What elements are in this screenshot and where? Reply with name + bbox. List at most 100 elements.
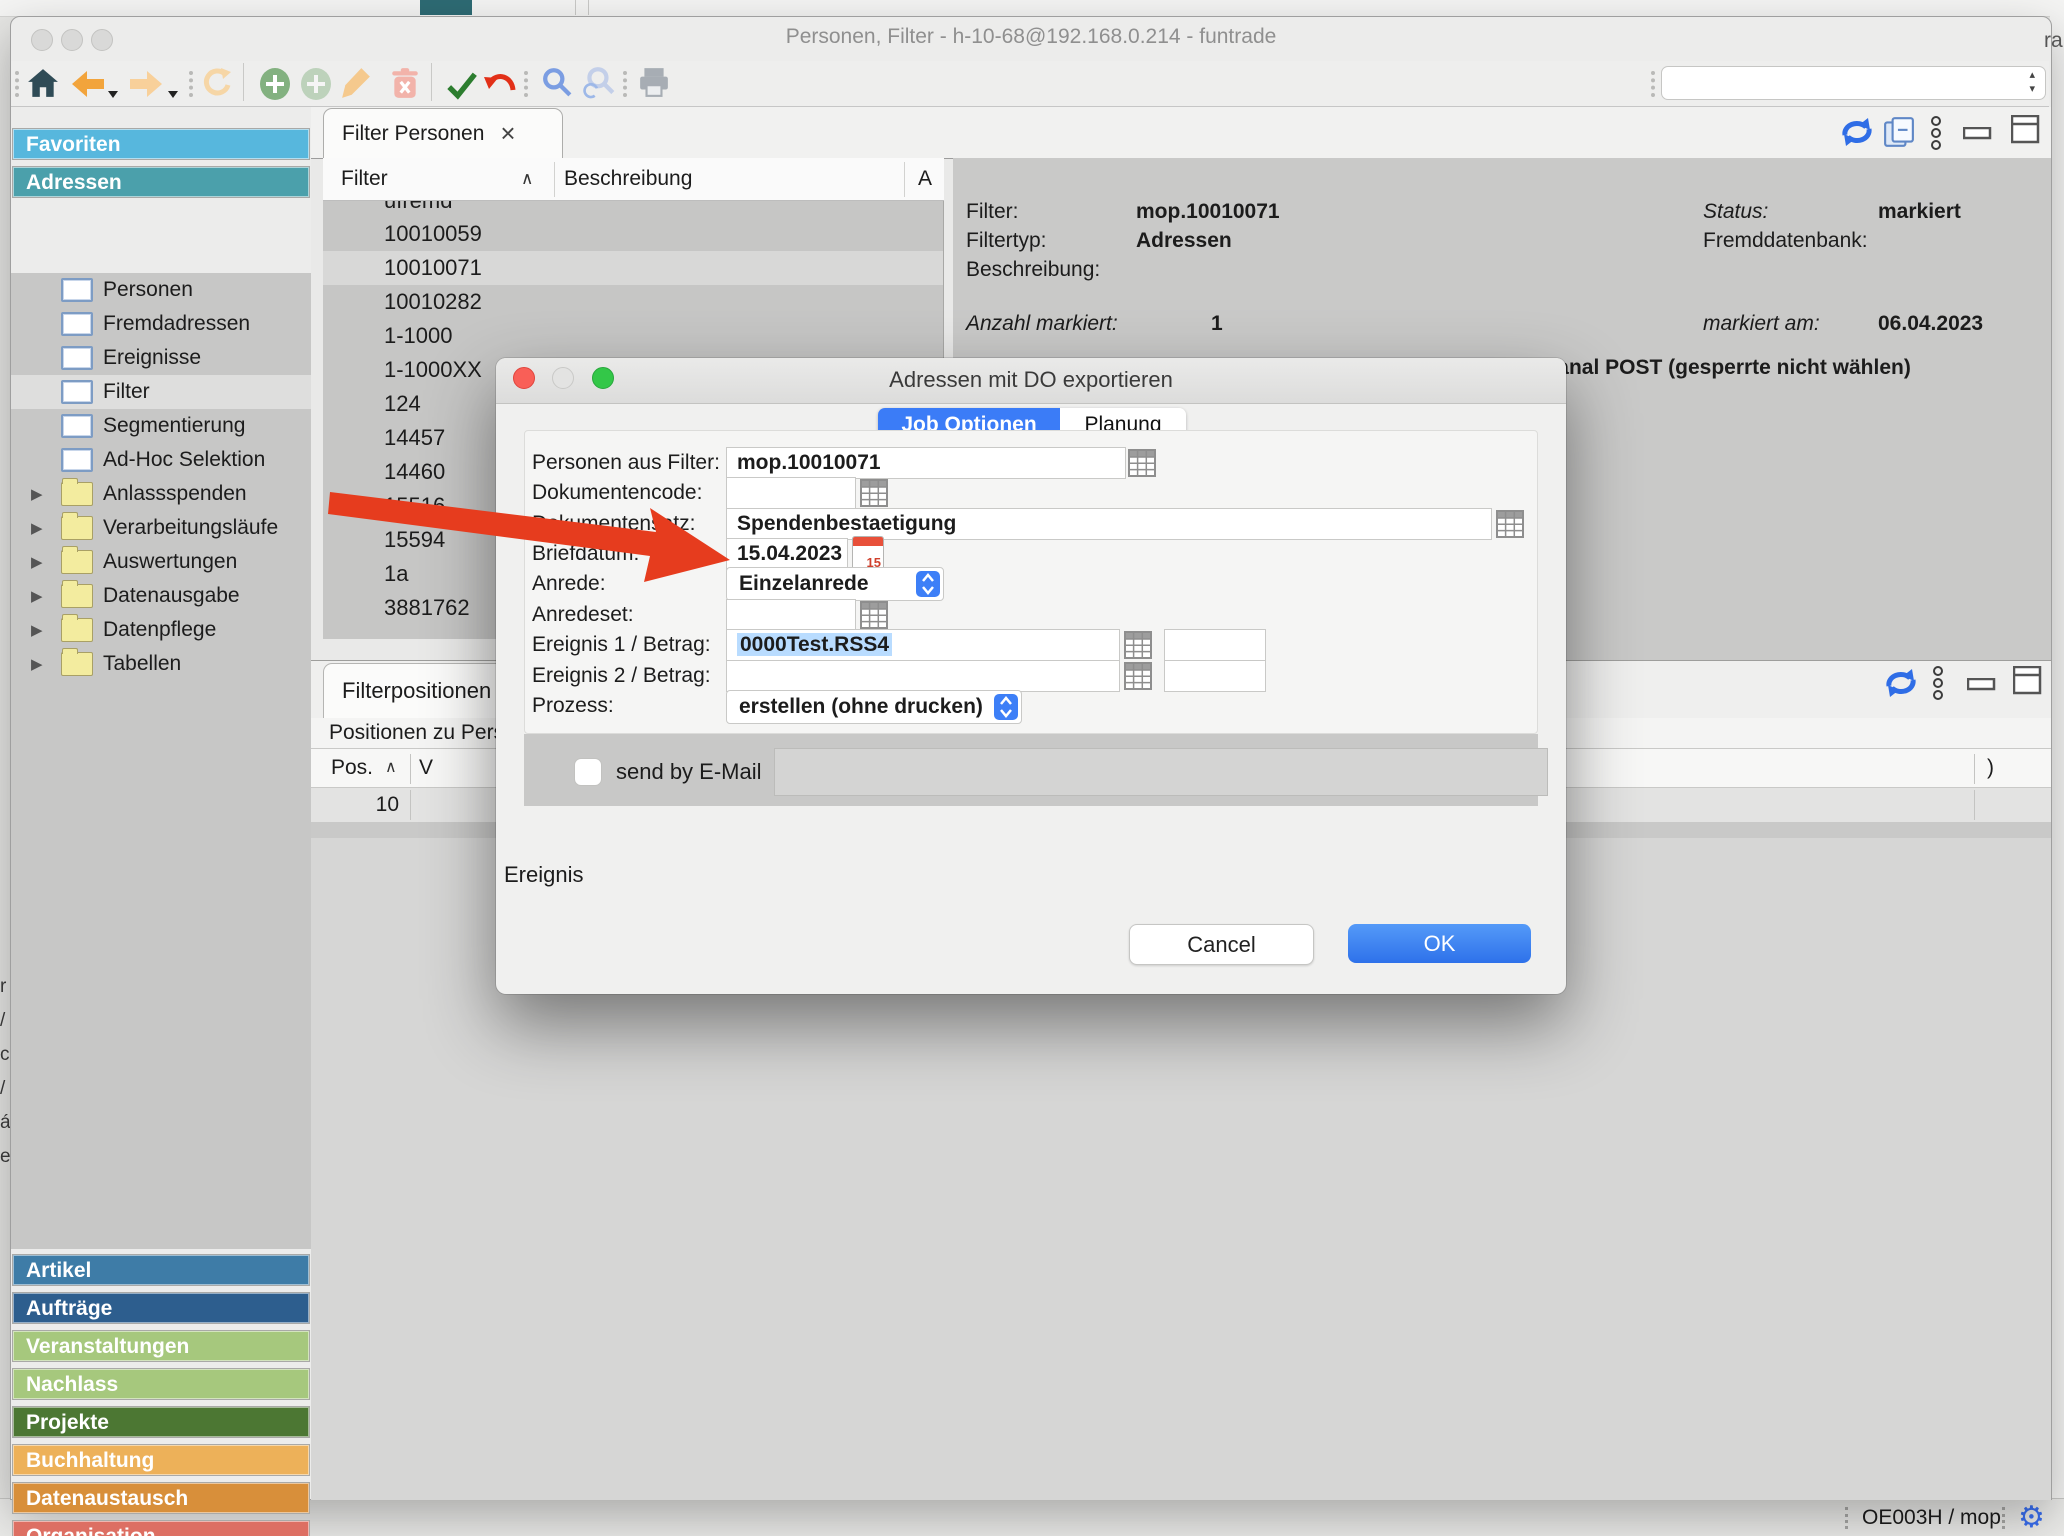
- dokumentencode-field[interactable]: [726, 477, 856, 509]
- email-address-field[interactable]: [774, 748, 1548, 796]
- search-icon[interactable]: [542, 67, 572, 103]
- lookup-grid-icon[interactable]: [1124, 630, 1152, 660]
- folder-icon: [61, 550, 93, 574]
- anredeset-field[interactable]: [726, 599, 856, 631]
- module-bar[interactable]: Artikel: [13, 1255, 309, 1285]
- panel-menu-icon[interactable]: [1929, 115, 1943, 157]
- tree-item-label: Tabellen: [103, 652, 181, 676]
- betrag2-field[interactable]: [1164, 660, 1266, 692]
- sidebar-tree-item[interactable]: ▶ Filter: [11, 375, 311, 409]
- panel-maximize-icon[interactable]: [2011, 115, 2041, 151]
- lookup-grid-icon[interactable]: [860, 600, 888, 630]
- add-copy-icon[interactable]: [300, 67, 332, 107]
- tab-filter-personen[interactable]: Filter Personen ×: [323, 108, 563, 158]
- personen-filter-field[interactable]: mop.10010071: [726, 447, 1126, 479]
- undo-icon[interactable]: [484, 73, 516, 105]
- disclosure-triangle-icon[interactable]: ▶: [31, 485, 45, 503]
- column-header-filter[interactable]: Filter: [341, 166, 388, 192]
- home-icon[interactable]: [27, 67, 59, 105]
- sidebar-tree-item[interactable]: ▶ Anlassspenden: [11, 477, 311, 511]
- sidebar-tree-item[interactable]: ▶ Personen: [11, 273, 311, 307]
- betrag1-field[interactable]: [1164, 629, 1266, 661]
- refresh-icon[interactable]: [203, 67, 233, 103]
- sidebar-tree-item[interactable]: ▶ Datenausgabe: [11, 579, 311, 613]
- column-header-a[interactable]: A: [918, 166, 932, 192]
- toolbar-handle[interactable]: [1651, 71, 1655, 97]
- ereignis1-field[interactable]: 0000Test.RSS4: [726, 629, 1120, 661]
- edit-icon[interactable]: [341, 67, 371, 105]
- anredeset-label: Anredeset:: [532, 602, 634, 628]
- lookup-grid-icon[interactable]: [1124, 661, 1152, 691]
- anrede-select[interactable]: Einzelanrede: [726, 567, 944, 601]
- panel-refresh-icon[interactable]: [1839, 116, 1875, 154]
- sidebar-tree-item[interactable]: ▶ Ad-Hoc Selektion: [11, 443, 311, 477]
- chevron-up-down-icon[interactable]: [916, 571, 940, 597]
- send-email-checkbox[interactable]: [574, 758, 602, 786]
- ereignis2-field[interactable]: [726, 660, 1120, 692]
- background-text-fragment: ra: [2044, 28, 2063, 54]
- close-tab-icon[interactable]: ×: [500, 118, 515, 149]
- module-bar[interactable]: Datenaustausch: [13, 1483, 309, 1513]
- filter-table-row[interactable]: ufremd: [323, 201, 943, 217]
- briefdatum-field[interactable]: 15.04.2023: [726, 538, 848, 570]
- folder-icon: [61, 584, 93, 608]
- column-header-right[interactable]: ): [1987, 755, 1994, 781]
- module-bar[interactable]: Veranstaltungen: [13, 1331, 309, 1361]
- chevron-up-down-icon[interactable]: [994, 694, 1018, 720]
- add-icon[interactable]: [259, 67, 291, 107]
- ok-button[interactable]: OK: [1348, 924, 1531, 963]
- back-icon[interactable]: [71, 70, 105, 104]
- panel-minimize-icon[interactable]: [1967, 674, 1997, 698]
- lookup-grid-icon[interactable]: [860, 478, 888, 508]
- sidebar-section-header[interactable]: Favoriten: [13, 129, 309, 159]
- module-bar[interactable]: Nachlass: [13, 1369, 309, 1399]
- column-header-v[interactable]: V: [419, 755, 433, 781]
- disclosure-triangle-icon[interactable]: ▶: [31, 621, 45, 639]
- filter-table-row[interactable]: 10010071: [323, 251, 943, 285]
- panel-refresh-icon[interactable]: [1883, 667, 1919, 705]
- filter-table-row[interactable]: 10010059: [323, 217, 943, 251]
- sidebar-tree-item[interactable]: ▶ Ereignisse: [11, 341, 311, 375]
- column-header-pos[interactable]: Pos.: [331, 755, 373, 781]
- print-icon[interactable]: [638, 67, 670, 103]
- forward-icon[interactable]: [129, 70, 163, 104]
- sidebar-tree-item[interactable]: ▶ Fremdadressen: [11, 307, 311, 341]
- sidebar-tree-item[interactable]: ▶ Tabellen: [11, 647, 311, 681]
- gear-icon[interactable]: ⚙: [2018, 1503, 2045, 1533]
- panel-duplicate-icon[interactable]: [1883, 116, 1915, 154]
- confirm-icon[interactable]: [446, 72, 478, 106]
- dokumentensatz-field[interactable]: Spendenbestaetigung: [726, 508, 1492, 540]
- disclosure-triangle-icon[interactable]: ▶: [31, 519, 45, 537]
- lookup-grid-icon[interactable]: [1496, 509, 1524, 539]
- sort-asc-icon[interactable]: ∧: [385, 755, 397, 781]
- quick-search-combo[interactable]: ▴▾: [1661, 66, 2046, 100]
- forward-menu-icon[interactable]: [167, 81, 179, 105]
- disclosure-triangle-icon[interactable]: ▶: [31, 587, 45, 605]
- sidebar-tree-item[interactable]: ▶ Datenpflege: [11, 613, 311, 647]
- module-bar[interactable]: Projekte: [13, 1407, 309, 1437]
- back-menu-icon[interactable]: [107, 81, 119, 105]
- filter-table-row[interactable]: 10010282: [323, 285, 943, 319]
- sidebar-tree-item[interactable]: ▶ Segmentierung: [11, 409, 311, 443]
- delete-icon[interactable]: [391, 67, 419, 105]
- panel-minimize-icon[interactable]: [1963, 123, 1993, 147]
- search-again-icon[interactable]: [582, 67, 616, 105]
- disclosure-triangle-icon[interactable]: ▶: [31, 553, 45, 571]
- module-bar[interactable]: Organisation: [13, 1521, 309, 1536]
- lookup-grid-icon[interactable]: [1128, 448, 1156, 478]
- disclosure-triangle-icon[interactable]: ▶: [31, 655, 45, 673]
- prozess-select[interactable]: erstellen (ohne drucken): [726, 690, 1022, 724]
- toolbar-handle[interactable]: [15, 71, 19, 97]
- filter-table-row[interactable]: 1-1000: [323, 319, 943, 353]
- sidebar-section-header[interactable]: Adressen: [13, 167, 309, 197]
- cancel-button[interactable]: Cancel: [1129, 924, 1314, 965]
- column-header-beschreibung[interactable]: Beschreibung: [564, 166, 692, 192]
- chevron-up-down-icon[interactable]: ▴▾: [2029, 68, 2035, 96]
- sidebar-tree-item[interactable]: ▶ Verarbeitungsläufe: [11, 511, 311, 545]
- sort-asc-icon[interactable]: ∧: [521, 166, 533, 192]
- panel-maximize-icon[interactable]: [2013, 666, 2043, 702]
- panel-menu-icon[interactable]: [1931, 665, 1945, 707]
- sidebar-tree-item[interactable]: ▶ Auswertungen: [11, 545, 311, 579]
- module-bar[interactable]: Buchhaltung: [13, 1445, 309, 1475]
- module-bar[interactable]: Aufträge: [13, 1293, 309, 1323]
